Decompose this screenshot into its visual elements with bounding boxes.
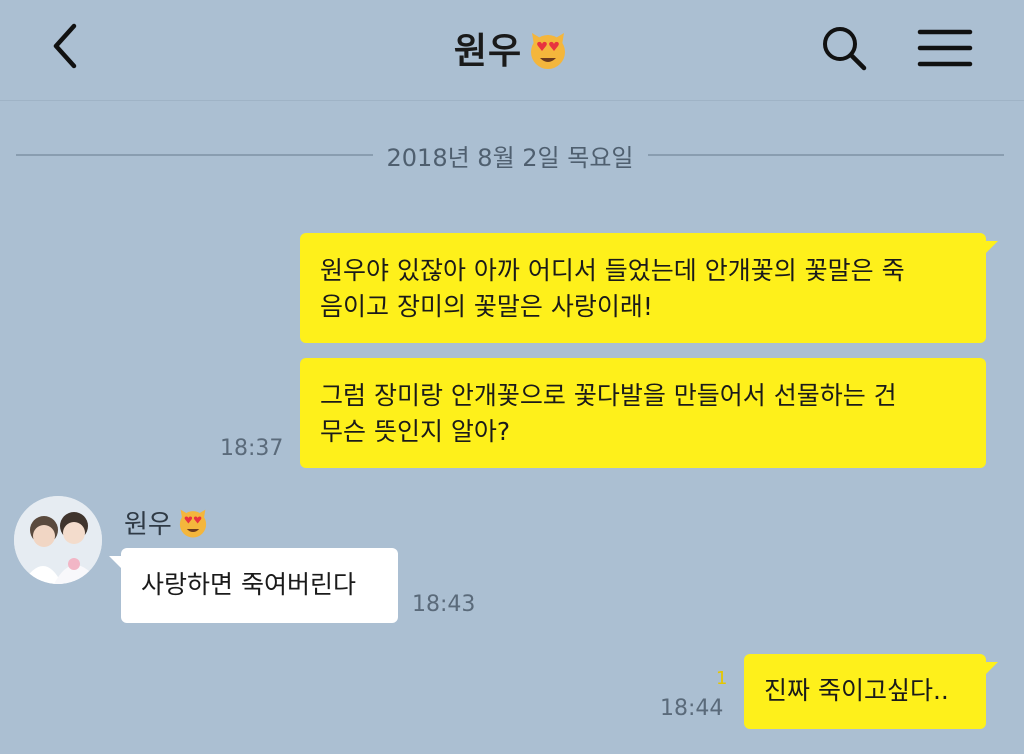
- message-time: 18:37: [220, 436, 284, 461]
- bubble-tail: [984, 241, 998, 255]
- chat-title-text: 원우: [453, 31, 523, 72]
- hamburger-menu-icon: [917, 29, 973, 67]
- sender-name-text: 원우: [124, 510, 172, 540]
- message-line: 무슨 뜻인지 알아?: [320, 417, 511, 446]
- my-message-bubble[interactable]: 진짜 죽이고싶다..: [744, 654, 986, 729]
- message-line: 그럼 장미랑 안개꽃으로 꽃다발을 만들어서 선물하는 건: [320, 381, 897, 410]
- unread-count: 1: [716, 668, 728, 689]
- divider-line: [16, 154, 373, 156]
- bubble-tail: [984, 662, 998, 676]
- message-line: 음이고 장미의 꽃말은 사랑이래!: [320, 292, 653, 321]
- message-text: 사랑하면 죽여버린다: [141, 570, 356, 599]
- avatar[interactable]: [14, 496, 102, 584]
- message-time: 18:44: [660, 696, 724, 721]
- heart-eyes-cat-icon: [176, 505, 210, 546]
- message-time: 18:43: [412, 592, 476, 617]
- message-line: 원우야 있잖아 아까 어디서 들었는데 안개꽃의 꽃말은 죽: [320, 256, 905, 285]
- date-divider: 2018년 8월 2일 목요일: [16, 140, 1005, 172]
- my-message-bubble[interactable]: 원우야 있잖아 아까 어디서 들었는데 안개꽃의 꽃말은 죽 음이고 장미의 꽃…: [300, 233, 986, 343]
- search-icon: [823, 27, 867, 71]
- chat-header: 원우: [0, 0, 1024, 101]
- my-message-bubble[interactable]: 그럼 장미랑 안개꽃으로 꽃다발을 만들어서 선물하는 건 무슨 뜻인지 알아?: [300, 358, 986, 468]
- heart-eyes-cat-icon: [526, 27, 570, 80]
- search-button[interactable]: [818, 22, 870, 74]
- divider-line: [647, 154, 1005, 156]
- message-text: 진짜 죽이고싶다..: [764, 676, 949, 705]
- sender-name: 원우: [124, 504, 210, 546]
- menu-button[interactable]: [914, 24, 974, 72]
- chat-title: 원우: [0, 22, 1024, 80]
- their-message-bubble[interactable]: 사랑하면 죽여버린다: [121, 548, 398, 623]
- date-label: 2018년 8월 2일 목요일: [386, 143, 634, 172]
